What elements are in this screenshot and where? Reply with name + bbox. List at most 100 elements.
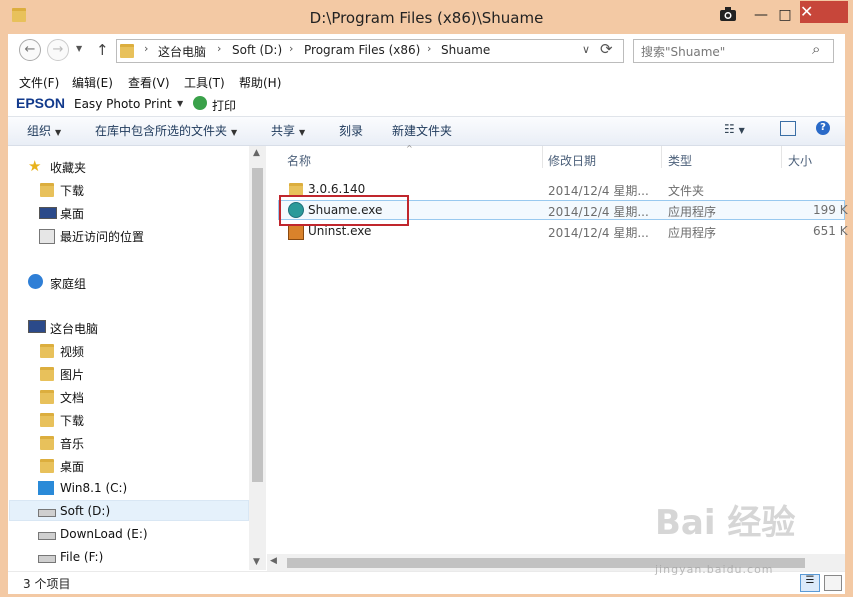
minimize-button[interactable]: —: [751, 6, 771, 26]
breadcrumb-this-pc[interactable]: 这台电脑: [158, 43, 206, 60]
computer-icon: [28, 320, 46, 333]
nav-downloads[interactable]: 下载: [60, 182, 84, 199]
column-size[interactable]: 大小: [788, 152, 812, 169]
column-date[interactable]: 修改日期: [548, 152, 596, 169]
search-icon[interactable]: ⌕: [812, 40, 820, 58]
star-icon: ★: [28, 157, 42, 175]
file-date: 2014/12/4 星期...: [548, 205, 649, 219]
downloads-folder-icon: [40, 183, 54, 200]
breadcrumb-shuame[interactable]: Shuame: [441, 43, 490, 57]
column-divider[interactable]: [661, 146, 662, 168]
breadcrumb-soft-d[interactable]: Soft (D:): [232, 43, 282, 57]
desktop-folder-icon: [40, 459, 54, 476]
address-dropdown-icon[interactable]: ∨: [582, 43, 590, 56]
column-divider[interactable]: [542, 146, 543, 168]
breadcrumb-chevron-icon[interactable]: ›: [427, 42, 431, 55]
up-button[interactable]: ↑: [96, 41, 109, 59]
share-button[interactable]: 共享 ▼: [271, 122, 305, 139]
scroll-up-icon[interactable]: ▲: [253, 148, 260, 158]
organize-label: 组织: [27, 124, 52, 138]
file-size: 651 K: [813, 224, 848, 238]
file-type: 应用程序: [668, 226, 717, 240]
nav-this-pc[interactable]: 这台电脑: [50, 320, 98, 337]
column-name[interactable]: 名称: [287, 152, 311, 169]
camera-icon[interactable]: [718, 5, 738, 23]
menu-view[interactable]: 查看(V): [128, 74, 170, 91]
preview-pane-icon[interactable]: [780, 121, 796, 136]
include-library-button[interactable]: 在库中包含所选的文件夹 ▼: [95, 122, 237, 139]
breadcrumb-chevron-icon[interactable]: ›: [144, 42, 148, 55]
annotation-highlight-box: [279, 195, 409, 226]
column-divider[interactable]: [781, 146, 782, 168]
pictures-folder-icon: [40, 367, 54, 384]
nav-videos[interactable]: 视频: [60, 343, 84, 360]
chevron-down-icon: ▼: [55, 128, 62, 137]
large-icons-view-icon[interactable]: [824, 575, 842, 591]
nav-scrollbar-thumb[interactable]: [252, 168, 263, 482]
include-library-label: 在库中包含所选的文件夹: [95, 124, 228, 138]
file-name[interactable]: 3.0.6.140: [308, 182, 365, 196]
documents-folder-icon: [40, 390, 54, 407]
nav-pictures[interactable]: 图片: [60, 366, 84, 383]
nav-recent-places[interactable]: 最近访问的位置: [60, 228, 144, 245]
windows-drive-icon: [38, 481, 54, 495]
details-view-icon[interactable]: ☰: [800, 574, 820, 592]
file-type: 文件夹: [668, 184, 705, 198]
nav-pc-downloads[interactable]: 下载: [60, 412, 84, 429]
drive-icon: [38, 532, 56, 540]
nav-desktop[interactable]: 桌面: [60, 205, 84, 222]
share-label: 共享: [271, 124, 296, 138]
breadcrumb-chevron-icon[interactable]: ›: [289, 42, 293, 55]
nav-drive-e[interactable]: DownLoad (E:): [60, 527, 148, 541]
nav-drive-c[interactable]: Win8.1 (C:): [60, 481, 127, 495]
breadcrumb-chevron-icon[interactable]: ›: [217, 42, 221, 55]
file-date: 2014/12/4 星期...: [548, 184, 649, 198]
breadcrumb-program-files[interactable]: Program Files (x86): [304, 43, 420, 57]
back-button[interactable]: ←: [19, 39, 41, 61]
homegroup-icon: [28, 274, 43, 289]
nav-homegroup[interactable]: 家庭组: [50, 275, 86, 292]
refresh-icon[interactable]: ⟳: [600, 40, 613, 58]
chevron-down-icon: ▼: [299, 128, 306, 137]
column-type[interactable]: 类型: [668, 152, 692, 169]
print-icon[interactable]: [193, 96, 207, 110]
organize-button[interactable]: 组织 ▼: [27, 122, 61, 139]
music-folder-icon: [40, 436, 54, 453]
view-options-icon[interactable]: ☷ ▼: [724, 122, 745, 136]
close-button[interactable]: ✕: [800, 1, 848, 23]
file-date: 2014/12/4 星期...: [548, 226, 649, 240]
epson-dropdown-icon[interactable]: ▼: [177, 99, 183, 108]
nav-pc-desktop[interactable]: 桌面: [60, 458, 84, 475]
baidu-watermark-url: jingyan.baidu.com: [655, 563, 774, 576]
scroll-down-icon[interactable]: ▼: [253, 557, 260, 567]
nav-drive-d[interactable]: Soft (D:): [60, 504, 110, 518]
file-name[interactable]: Uninst.exe: [308, 224, 371, 238]
print-button[interactable]: 打印: [212, 97, 236, 114]
baidu-watermark: Bai 经验: [655, 503, 796, 543]
menu-tools[interactable]: 工具(T): [184, 74, 225, 91]
uninstaller-icon: [288, 224, 304, 240]
burn-button[interactable]: 刻录: [339, 122, 363, 139]
menu-edit[interactable]: 编辑(E): [72, 74, 113, 91]
nav-documents[interactable]: 文档: [60, 389, 84, 406]
nav-music[interactable]: 音乐: [60, 435, 84, 452]
search-placeholder: 搜索"Shuame": [641, 45, 726, 59]
file-type: 应用程序: [668, 205, 717, 219]
epson-logo: EPSON: [16, 95, 66, 111]
sort-ascending-icon: ^: [406, 144, 413, 153]
help-icon[interactable]: ?: [816, 121, 830, 135]
menu-help[interactable]: 帮助(H): [239, 74, 281, 91]
forward-button[interactable]: →: [47, 39, 69, 61]
maximize-button[interactable]: □: [775, 6, 795, 26]
new-folder-button[interactable]: 新建文件夹: [392, 122, 452, 139]
drive-icon: [38, 555, 56, 563]
item-count: 3 个项目: [23, 577, 71, 591]
downloads-folder-icon: [40, 413, 54, 430]
scroll-left-icon[interactable]: ◀: [270, 556, 277, 566]
nav-drive-f[interactable]: File (F:): [60, 550, 103, 564]
nav-favorites[interactable]: 收藏夹: [50, 159, 86, 176]
menu-file[interactable]: 文件(F): [19, 74, 59, 91]
recent-locations-chevron-icon[interactable]: ▼: [76, 44, 82, 53]
easy-photo-print-button[interactable]: Easy Photo Print: [74, 97, 172, 111]
desktop-icon: [39, 207, 57, 219]
